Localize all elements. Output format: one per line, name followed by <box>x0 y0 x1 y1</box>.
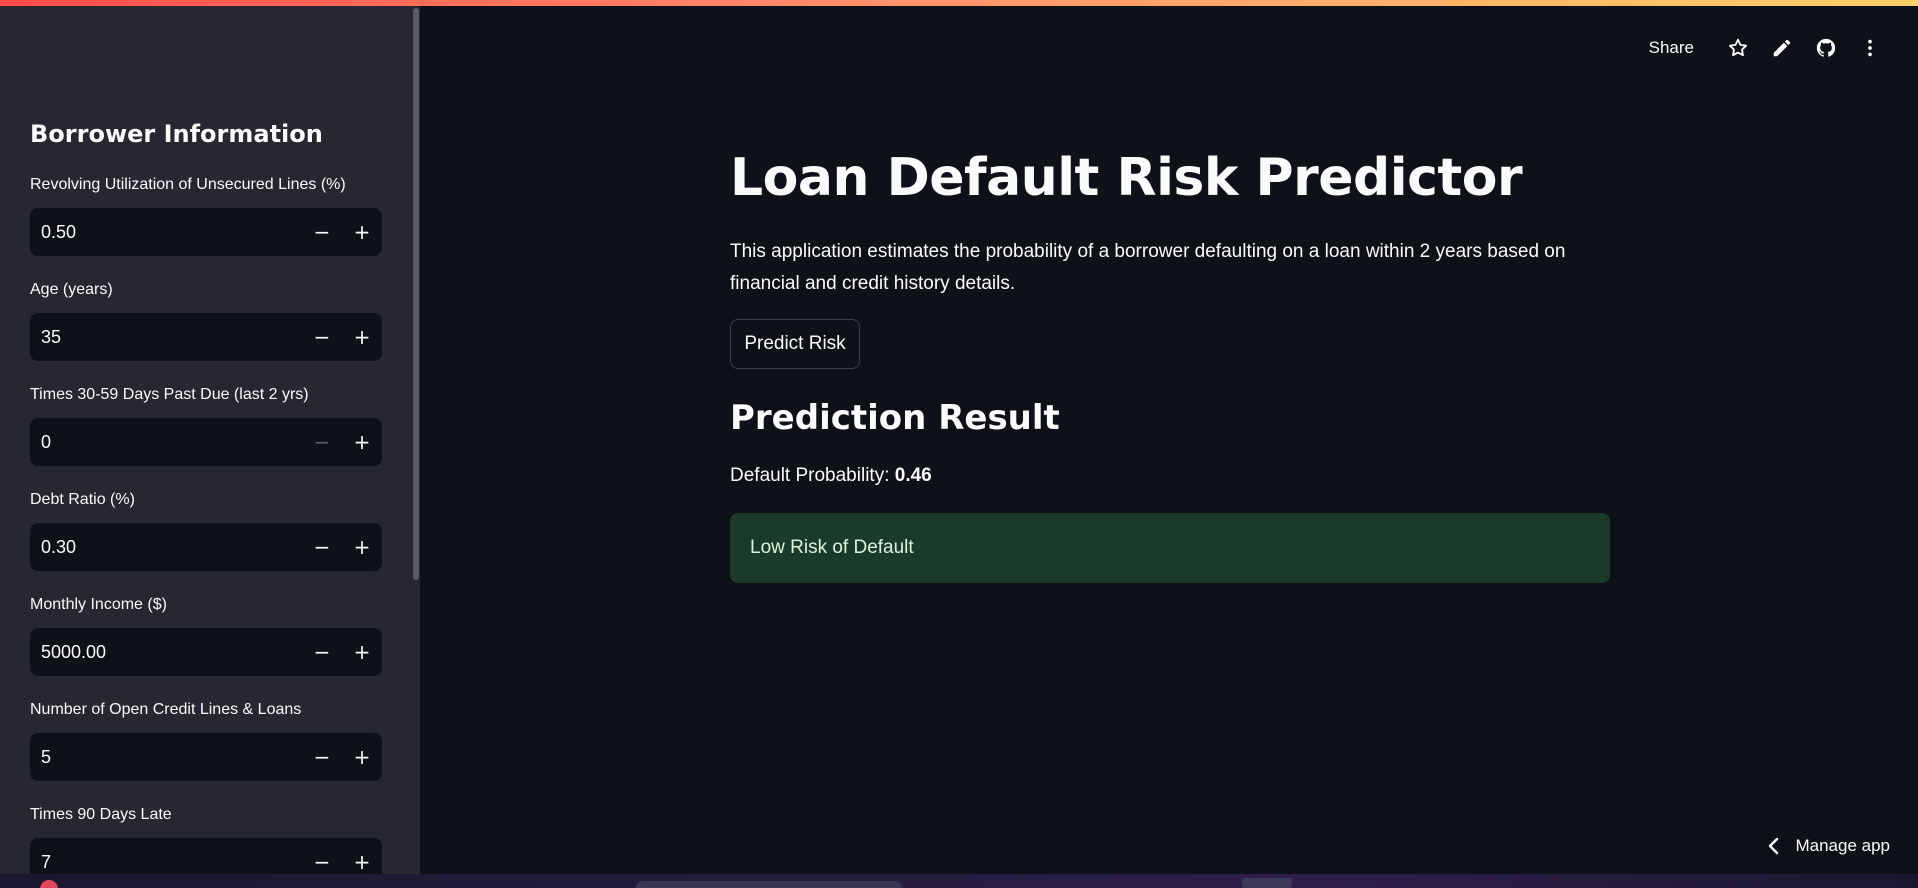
app-top-decoration <box>0 0 1918 6</box>
star-icon[interactable] <box>1716 32 1760 64</box>
page-description: This application estimates the probabili… <box>730 241 1566 294</box>
times-90-days-late-value[interactable]: 7 <box>30 852 302 873</box>
risk-alert-text: Low Risk of Default <box>750 537 914 558</box>
monthly-income-decrement-button[interactable]: − <box>302 628 342 676</box>
predict-risk-button[interactable]: Predict Risk <box>730 319 860 369</box>
page-title: Loan Default Risk Predictor <box>730 148 1523 208</box>
default-probability-label: Default Probability: <box>730 465 895 486</box>
default-probability: Default Probability: 0.46 <box>730 465 932 487</box>
times-30-59-past-due-increment-button[interactable]: + <box>342 418 382 466</box>
times-90-days-late-decrement-button[interactable]: − <box>302 838 342 874</box>
os-taskbar <box>0 874 1918 888</box>
default-probability-value: 0.46 <box>894 465 932 486</box>
age-input: 35 − + <box>30 313 382 361</box>
monthly-income-input: 5000.00 − + <box>30 628 382 676</box>
risk-alert-success: Low Risk of Default <box>730 513 1610 583</box>
chevron-left-icon <box>1769 837 1779 855</box>
revolving-utilization-input: 0.50 − + <box>30 208 382 256</box>
sidebar-scrollbar[interactable] <box>413 8 419 580</box>
revolving-utilization-decrement-button[interactable]: − <box>302 208 342 256</box>
field-label-age: Age (years) <box>30 281 113 298</box>
open-credit-lines-value[interactable]: 5 <box>30 747 302 768</box>
open-credit-lines-decrement-button[interactable]: − <box>302 733 342 781</box>
share-button[interactable]: Share <box>1649 38 1694 58</box>
open-credit-lines-input: 5 − + <box>30 733 382 781</box>
manage-app-button[interactable]: Manage app <box>1767 834 1890 858</box>
field-label-monthly-income: Monthly Income ($) <box>30 596 167 613</box>
monthly-income-value[interactable]: 5000.00 <box>30 642 302 663</box>
age-decrement-button[interactable]: − <box>302 313 342 361</box>
more-vertical-icon[interactable] <box>1848 32 1892 64</box>
field-label-times-90-days-late: Times 90 Days Late <box>30 806 172 823</box>
taskbar-window-icon[interactable] <box>1242 878 1292 888</box>
field-label-open-credit-lines: Number of Open Credit Lines & Loans <box>30 701 302 718</box>
monthly-income-increment-button[interactable]: + <box>342 628 382 676</box>
debt-ratio-decrement-button[interactable]: − <box>302 523 342 571</box>
age-increment-button[interactable]: + <box>342 313 382 361</box>
manage-app-label: Manage app <box>1795 836 1890 855</box>
times-90-days-late-input: 7 − + <box>30 838 382 874</box>
times-30-59-past-due-decrement-button[interactable]: − <box>302 418 342 466</box>
revolving-utilization-value[interactable]: 0.50 <box>30 222 302 243</box>
app-toolbar: Share <box>1649 32 1892 64</box>
field-label-times-30-59-past-due: Times 30-59 Days Past Due (last 2 yrs) <box>30 386 309 403</box>
github-icon[interactable] <box>1804 32 1848 64</box>
sidebar-heading: Borrower Information <box>30 120 323 148</box>
prediction-result-heading: Prediction Result <box>730 398 1060 438</box>
times-90-days-late-increment-button[interactable]: + <box>342 838 382 874</box>
debt-ratio-increment-button[interactable]: + <box>342 523 382 571</box>
pencil-icon[interactable] <box>1760 32 1804 64</box>
open-credit-lines-increment-button[interactable]: + <box>342 733 382 781</box>
times-30-59-past-due-value[interactable]: 0 <box>30 432 302 453</box>
field-label-revolving-utilization: Revolving Utilization of Unsecured Lines… <box>30 176 346 193</box>
debt-ratio-value[interactable]: 0.30 <box>30 537 302 558</box>
taskbar-search-icon[interactable] <box>636 881 902 888</box>
times-30-59-past-due-input: 0 − + <box>30 418 382 466</box>
age-value[interactable]: 35 <box>30 327 302 348</box>
field-label-debt-ratio: Debt Ratio (%) <box>30 491 135 508</box>
revolving-utilization-increment-button[interactable]: + <box>342 208 382 256</box>
sidebar: Borrower Information Revolving Utilizati… <box>0 0 420 874</box>
debt-ratio-input: 0.30 − + <box>30 523 382 571</box>
